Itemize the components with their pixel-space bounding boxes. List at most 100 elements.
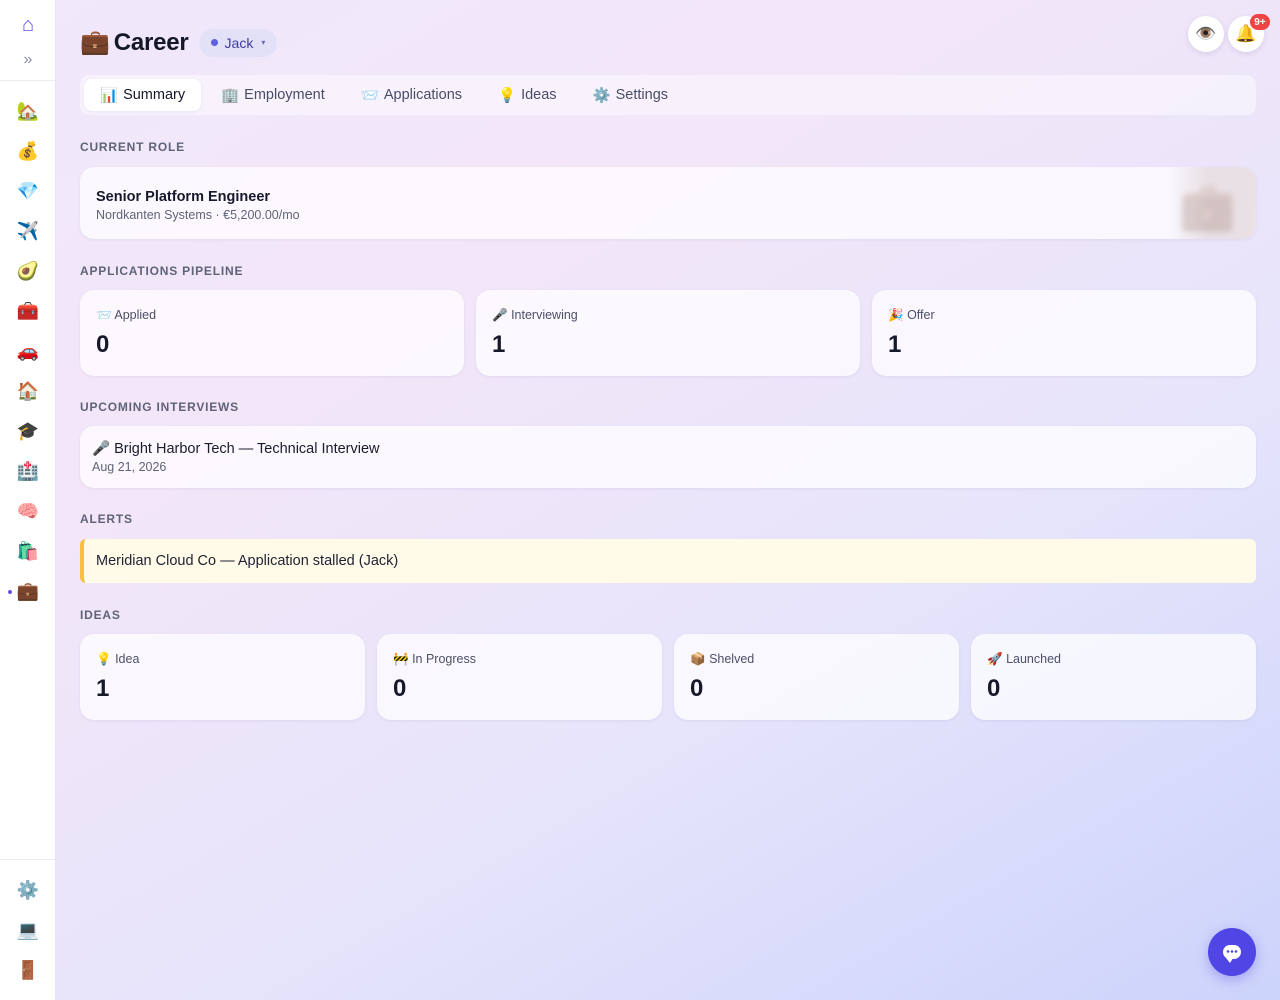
current-role-card[interactable]: Senior Platform Engineer Nordkanten Syst…: [80, 167, 1256, 239]
tab-employment[interactable]: 🏢 Employment: [205, 79, 341, 111]
role-decoration: 💼: [1168, 167, 1256, 239]
app-logo-icon[interactable]: ⌂: [14, 11, 42, 39]
stat-label: 🎉 Offer: [888, 308, 935, 323]
notification-badge: 9+: [1250, 14, 1270, 30]
top-actions: 👁️ 🔔 9+: [1188, 14, 1270, 52]
sidebar-item-education[interactable]: 🎓: [14, 417, 42, 445]
section-label-current-role: CURRENT ROLE: [80, 140, 185, 154]
sidebar-item-assets[interactable]: 💎: [14, 177, 42, 205]
alert-text: Meridian Cloud Co — Application stalled …: [96, 553, 399, 569]
idea-card-in-progress[interactable]: 🚧 In Progress 0: [377, 634, 662, 720]
envelope-icon: 📨: [96, 308, 112, 322]
sidebar-item-settings[interactable]: ⚙️: [14, 876, 42, 904]
sidebar-item-property[interactable]: 🏠: [14, 377, 42, 405]
user-selector[interactable]: Jack ▾: [198, 28, 278, 57]
stat-value: 0: [987, 675, 1001, 702]
tab-label: Applications: [383, 87, 463, 103]
tab-bar: 📊 Summary 🏢 Employment 📨 Applications 💡 Idea…: [80, 75, 1256, 115]
stat-label-text: Interviewing: [511, 308, 578, 322]
party-popper-icon: 🎉: [888, 308, 904, 322]
sidebar-item-vehicles[interactable]: 🚗: [14, 337, 42, 365]
interview-title: 🎤 Bright Harbor Tech — Technical Intervi…: [92, 441, 380, 457]
chat-bubble-icon: [1223, 945, 1241, 963]
lightbulb-icon: 💡: [96, 652, 112, 666]
sidebar-item-career[interactable]: 💼: [14, 577, 42, 605]
rocket-icon: 🚀: [987, 652, 1003, 666]
office-building-icon: 🏢: [221, 87, 240, 104]
user-name: Jack: [224, 34, 254, 51]
sidebar-item-home[interactable]: 🏡: [14, 97, 42, 125]
sidebar-item-logout[interactable]: 🚪: [14, 956, 42, 984]
chevron-down-icon: ▾: [261, 38, 266, 47]
stat-label-text: Idea: [115, 652, 140, 666]
interview-item[interactable]: 🎤 Bright Harbor Tech — Technical Intervi…: [80, 426, 1256, 488]
stat-label: 📨 Applied: [96, 308, 156, 323]
section-label-interviews: UPCOMING INTERVIEWS: [80, 400, 239, 414]
package-icon: 📦: [690, 652, 706, 666]
section-label-alerts: ALERTS: [80, 512, 133, 526]
stat-label: 💡 Idea: [96, 652, 139, 667]
role-title: Senior Platform Engineer: [96, 189, 271, 205]
chat-dots: [1226, 950, 1238, 953]
stat-value: 0: [690, 675, 704, 702]
section-label-pipeline: APPLICATIONS PIPELINE: [80, 264, 244, 278]
sidebar-item-shopping[interactable]: 🛍️: [14, 537, 42, 565]
stat-card-offer[interactable]: 🎉 Offer 1: [872, 290, 1256, 376]
stat-label: 🚧 In Progress: [393, 652, 476, 667]
role-subtitle: Nordkanten Systems · €5,200.00/mo: [96, 208, 300, 222]
briefcase-icon: 💼: [80, 29, 110, 56]
gear-icon: ⚙️: [592, 87, 611, 104]
stat-label: 🚀 Launched: [987, 652, 1061, 667]
stat-label-text: Applied: [114, 308, 157, 322]
section-label-ideas: IDEAS: [80, 608, 121, 622]
sidebar-item-mind[interactable]: 🧠: [14, 497, 42, 525]
stat-value: 1: [492, 331, 506, 358]
stat-card-interviewing[interactable]: 🎤 Interviewing 1: [476, 290, 860, 376]
tab-settings[interactable]: ⚙️ Settings: [577, 79, 684, 111]
idea-card-shelved[interactable]: 📦 Shelved 0: [674, 634, 959, 720]
stat-label-text: In Progress: [412, 652, 476, 666]
sidebar-item-travel[interactable]: ✈️: [14, 217, 42, 245]
notifications-button[interactable]: 🔔 9+: [1228, 14, 1270, 52]
alert-item[interactable]: Meridian Cloud Co — Application stalled …: [80, 539, 1256, 583]
stat-label-text: Shelved: [709, 652, 755, 666]
active-indicator: [8, 590, 12, 594]
chat-button[interactable]: [1208, 928, 1256, 976]
tab-label: Ideas: [521, 87, 557, 103]
construction-icon: 🚧: [393, 652, 409, 666]
tab-summary[interactable]: 📊 Summary: [84, 79, 202, 111]
chart-icon: 📊: [100, 87, 119, 104]
stat-value: 1: [96, 675, 110, 702]
sidebar-divider: [0, 80, 55, 81]
stat-label: 🎤 Interviewing: [492, 308, 578, 323]
expand-sidebar-icon[interactable]: »: [14, 46, 42, 74]
stat-value: 0: [393, 675, 407, 702]
user-dot: [210, 39, 218, 46]
briefcase-icon: 💼: [1178, 180, 1236, 232]
tab-label: Summary: [123, 87, 186, 103]
sidebar-item-food[interactable]: 🥑: [14, 257, 42, 285]
sidebar-item-tools[interactable]: 🧰: [14, 297, 42, 325]
sidebar-item-device[interactable]: 💻: [14, 916, 42, 944]
stat-value: 1: [888, 331, 902, 358]
tab-applications[interactable]: 📨 Applications: [345, 79, 478, 111]
idea-card-launched[interactable]: 🚀 Launched 0: [971, 634, 1256, 720]
stat-value: 0: [96, 331, 110, 358]
tab-label: Employment: [244, 87, 325, 103]
sidebar-divider: [0, 859, 55, 860]
visibility-button[interactable]: 👁️: [1188, 16, 1224, 52]
page-title: 💼 Career: [80, 28, 189, 57]
tab-label: Settings: [615, 87, 669, 103]
microphone-icon: 🎤: [492, 308, 508, 322]
sidebar-item-health[interactable]: 🏥: [14, 457, 42, 485]
sidebar-item-finance[interactable]: 💰: [14, 137, 42, 165]
stat-label-text: Launched: [1006, 652, 1061, 666]
eye-icon: 👁️: [1195, 24, 1217, 43]
interview-date: Aug 21, 2026: [92, 460, 167, 474]
lightbulb-icon: 💡: [498, 87, 517, 104]
stat-card-applied[interactable]: 📨 Applied 0: [80, 290, 464, 376]
page-title-text: Career: [113, 29, 189, 56]
tab-ideas[interactable]: 💡 Ideas: [482, 79, 573, 111]
idea-card-idea[interactable]: 💡 Idea 1: [80, 634, 365, 720]
envelope-icon: 📨: [360, 87, 379, 104]
